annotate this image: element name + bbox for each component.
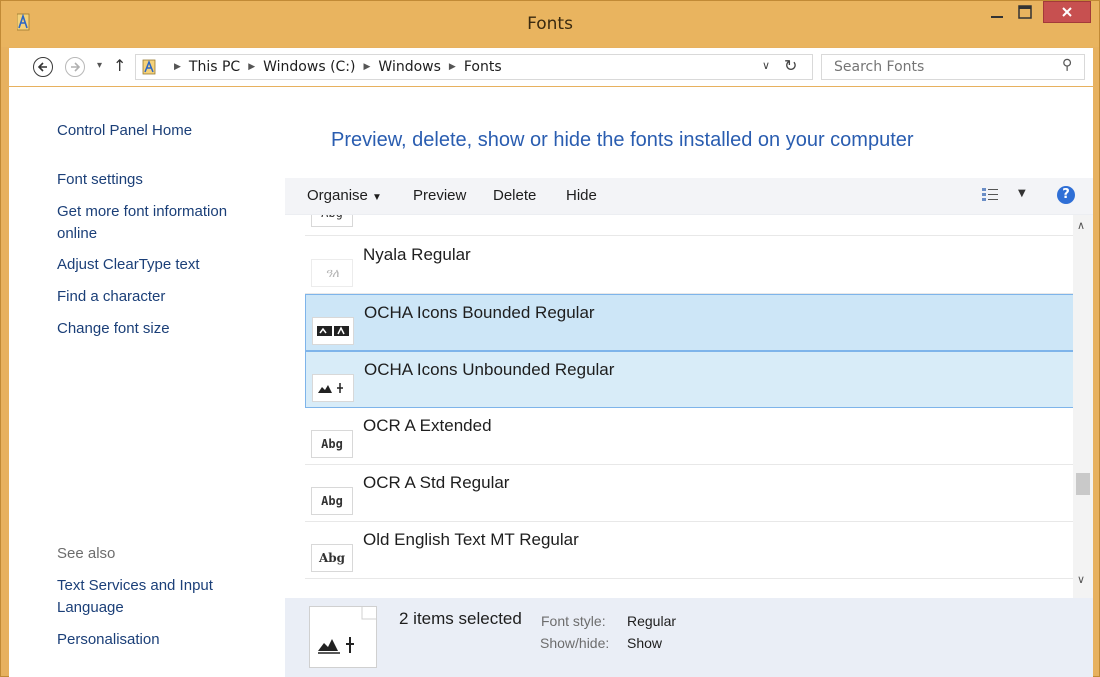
view-options-chevron-icon[interactable]: ▼ [1018,188,1026,199]
search-input[interactable] [822,55,1052,79]
sidebar-link-cleartype[interactable]: Adjust ClearType text [57,254,267,276]
sidebar-link-change-font-size[interactable]: Change font size [57,318,267,340]
list-item[interactable] [305,579,1075,598]
list-item[interactable]: Abg [305,215,1075,236]
scrollbar-thumb[interactable] [1076,473,1090,495]
breadcrumb-windows[interactable]: Windows [378,59,441,75]
vertical-scrollbar[interactable]: ∧ ∨ [1073,215,1093,598]
font-name: OCR A Extended [363,416,492,435]
show-hide-value: Show [627,635,663,651]
maximize-button[interactable] [1008,1,1042,23]
breadcrumb-fonts[interactable]: Fonts [464,59,502,75]
search-icon[interactable]: ⚲ [1062,57,1072,73]
sidebar: Control Panel Home Font settings Get mor… [9,87,285,677]
arrow-right-icon [71,62,81,72]
close-button[interactable] [1043,1,1091,23]
details-pane: 2 items selected Font style: Regular Sho… [285,598,1093,677]
list-item[interactable]: Abg OCR A Std Regular [305,465,1075,522]
see-also-heading: See also [57,545,116,562]
page-title: Preview, delete, show or hide the fonts … [331,129,914,151]
chevron-right-icon: ▶ [363,62,371,72]
sidebar-link-find-character[interactable]: Find a character [57,286,267,308]
hide-button[interactable]: Hide [566,178,597,214]
breadcrumb-windows-c[interactable]: Windows (C:) [263,59,355,75]
font-list: Abg ዓለ Nyala Regular OCHA Icons Bounded … [285,215,1093,598]
font-thumbnail: ዓለ [311,259,353,287]
font-name: OCHA Icons Bounded Regular [364,303,595,322]
content-area: Control Panel Home Font settings Get mor… [9,87,1093,677]
selection-count: 2 items selected [399,609,522,628]
font-name: Old English Text MT Regular [363,530,579,549]
chevron-right-icon: ▶ [448,62,456,72]
font-name: Nyala Regular [363,245,471,264]
back-button[interactable] [33,57,53,77]
minimize-icon [991,16,1003,18]
sidebar-link-more-font-info[interactable]: Get more font information online [57,201,267,245]
refresh-icon[interactable]: ↻ [784,56,797,75]
maximize-icon [1018,5,1032,19]
font-thumbnail: Abg [311,430,353,458]
chevron-down-icon[interactable]: ∨ [762,59,770,72]
list-item[interactable]: Abg Old English Text MT Regular [305,522,1075,579]
navigation-bar: ▾ ↑ ▶ This PC ▶ Windows (C:) ▶ Windows ▶… [9,48,1093,86]
list-item[interactable]: ዓለ Nyala Regular [305,237,1075,294]
font-thumbnail [312,374,354,402]
list-item[interactable]: OCHA Icons Unbounded Regular [305,351,1075,408]
window-title: Fonts [527,14,573,34]
organise-button[interactable]: Organise ▼ [307,178,382,216]
search-box[interactable]: ⚲ [821,54,1085,80]
help-icon[interactable]: ? [1057,186,1075,204]
up-button[interactable]: ↑ [113,56,126,75]
forward-button[interactable] [65,57,85,77]
close-icon [1062,7,1072,17]
sidebar-link-control-panel-home[interactable]: Control Panel Home [57,120,267,142]
fonts-folder-icon [142,59,156,75]
list-item[interactable]: OCHA Icons Bounded Regular [305,294,1075,351]
chevron-right-icon: ▶ [248,62,256,72]
view-details-icon[interactable] [982,187,998,203]
icon-glyph-sample-icon [318,607,376,654]
scroll-up-icon[interactable]: ∧ [1077,219,1085,232]
font-name: OCR A Std Regular [363,473,510,492]
font-thumbnail: Abg [311,544,353,572]
selected-font-preview [309,606,377,668]
icon-glyph-sample-icon [317,326,349,336]
breadcrumb-this-pc[interactable]: This PC [189,59,240,75]
font-style-value: Regular [627,613,677,629]
sidebar-link-personalisation[interactable]: Personalisation [57,629,267,651]
title-bar: Fonts [1,1,1099,47]
scroll-down-icon[interactable]: ∨ [1077,573,1085,586]
list-item[interactable]: Abg OCR A Extended [305,408,1075,465]
arrow-left-icon [37,62,47,72]
font-name: OCHA Icons Unbounded Regular [364,360,615,379]
breadcrumb: ▶ This PC ▶ Windows (C:) ▶ Windows ▶ Fon… [140,55,502,79]
icon-glyph-sample-icon [318,383,343,393]
sidebar-link-font-settings[interactable]: Font settings [57,169,267,191]
fonts-window: Fonts ▾ ↑ ▶ This PC ▶ Windows (C:) ▶ Win… [0,0,1100,677]
command-bar: Organise ▼ Preview Delete Hide ▼ ? [285,178,1093,215]
address-field[interactable]: ▶ This PC ▶ Windows (C:) ▶ Windows ▶ Fon… [135,54,813,80]
recent-locations-button[interactable]: ▾ [97,60,102,71]
chevron-right-icon: ▶ [174,62,181,72]
chevron-down-icon: ▼ [372,192,382,203]
preview-button[interactable]: Preview [413,178,466,214]
main-pane: Preview, delete, show or hide the fonts … [285,87,1093,677]
show-hide-label: Show/hide: [540,635,610,651]
font-thumbnail: Abg [311,487,353,515]
sidebar-link-text-services[interactable]: Text Services and Input Language [57,575,267,619]
font-thumbnail: Abg [311,215,353,227]
organise-label: Organise [307,187,368,204]
delete-button[interactable]: Delete [493,178,536,214]
font-thumbnail [312,317,354,345]
font-style-label: Font style: [541,613,606,629]
